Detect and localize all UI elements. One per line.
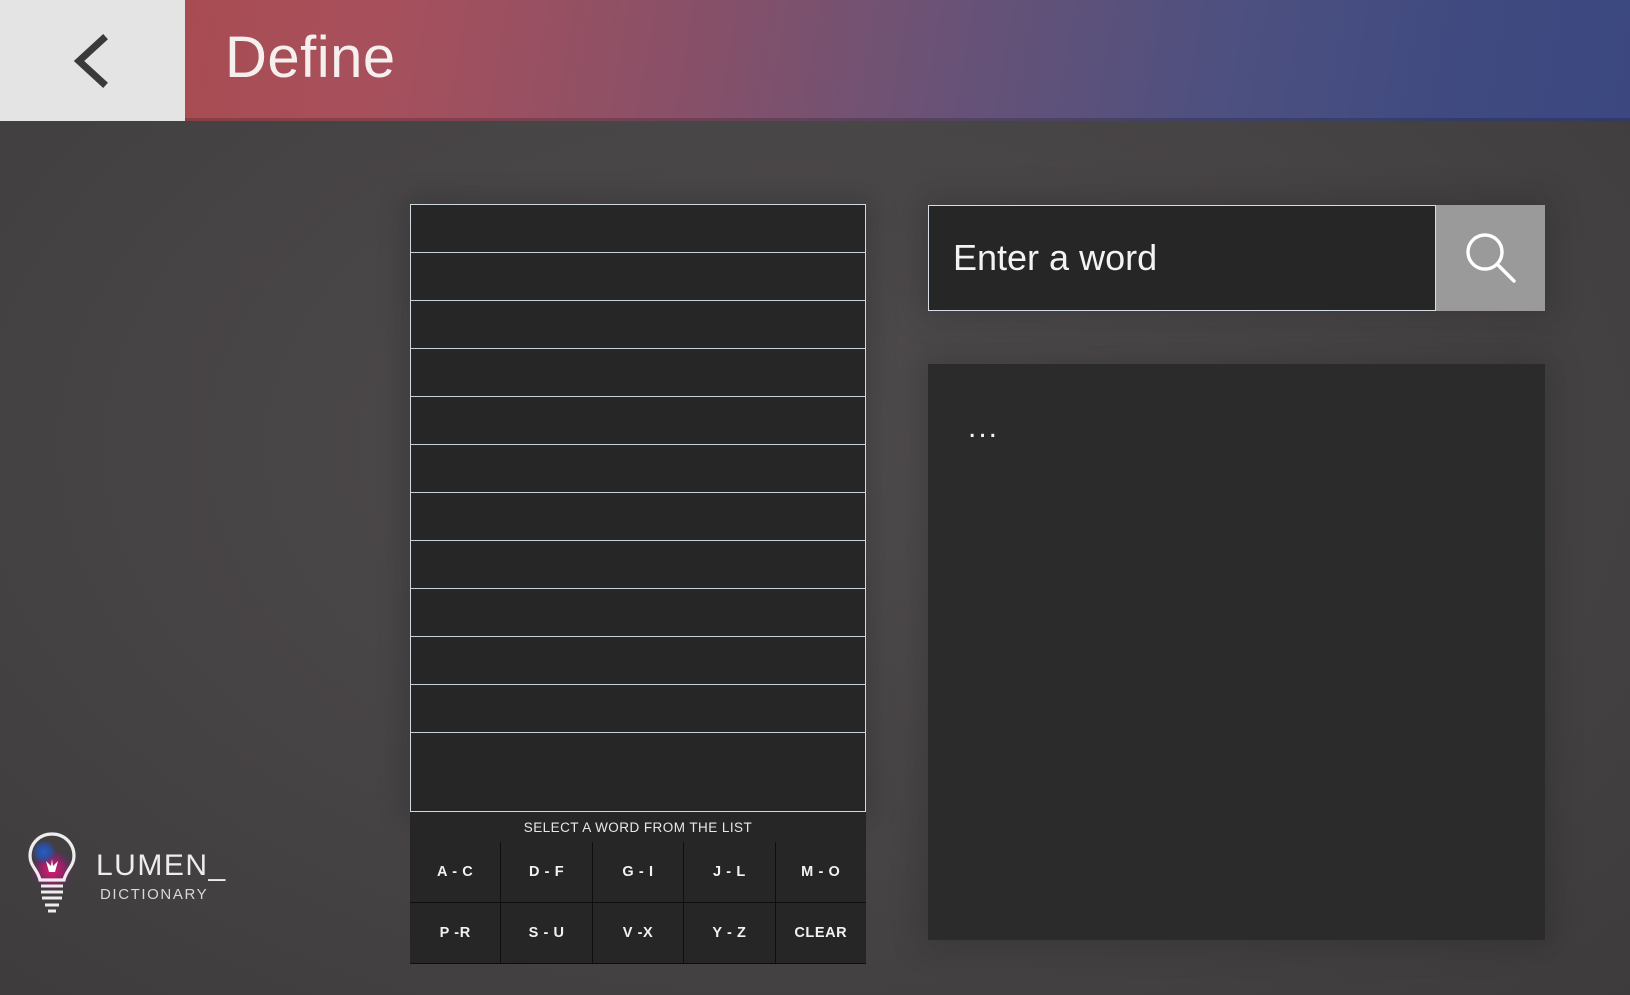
chevron-left-icon [73, 33, 108, 88]
definition-text: ... [968, 411, 1000, 444]
word-list-row[interactable] [411, 637, 865, 685]
key-a-c[interactable]: A - C [410, 842, 501, 902]
key-g-i[interactable]: G - I [592, 842, 684, 902]
word-list-row[interactable] [411, 493, 865, 541]
key-y-z[interactable]: Y - Z [684, 903, 775, 963]
page-title: Define [225, 24, 396, 90]
word-list-row[interactable] [411, 253, 865, 301]
word-list[interactable] [410, 204, 866, 812]
key-label: D - F [528, 864, 565, 880]
key-label: S - U [528, 925, 565, 941]
search-input-container[interactable] [928, 205, 1437, 311]
back-button[interactable] [0, 0, 185, 121]
key-label: Y - Z [712, 925, 747, 941]
word-list-row[interactable] [411, 397, 865, 445]
key-j-l[interactable]: J - L [684, 842, 775, 902]
key-label: P -R [439, 925, 471, 941]
word-list-row[interactable] [411, 589, 865, 637]
word-list-row[interactable] [411, 301, 865, 349]
define-screen: Define SELECT A WORD FROM THE LIST A - C… [0, 0, 1630, 995]
logo-text: LUMEN_ DICTIONARY [96, 848, 227, 903]
word-list-row[interactable] [411, 733, 865, 781]
word-list-row[interactable] [411, 205, 865, 253]
search-bar [928, 205, 1545, 311]
app-header: Define [0, 0, 1630, 121]
logo-subtitle: DICTIONARY [100, 885, 209, 903]
key-label: M - O [801, 864, 841, 880]
key-label: J - L [712, 864, 746, 880]
word-list-hint: SELECT A WORD FROM THE LIST [410, 812, 866, 842]
search-icon [1466, 233, 1516, 283]
word-list-row[interactable] [411, 541, 865, 589]
key-label: CLEAR [794, 925, 848, 941]
alphabet-keypad: A - C D - F G - I J - L M - O P -R S - U… [410, 842, 866, 964]
key-label: G - I [622, 864, 654, 880]
word-list-row[interactable] [411, 685, 865, 733]
key-d-f[interactable]: D - F [501, 842, 592, 902]
lightbulb-icon [28, 832, 76, 913]
word-list-hint-label: SELECT A WORD FROM THE LIST [523, 819, 753, 835]
key-p-r[interactable]: P -R [410, 903, 501, 963]
key-label: V -X [622, 925, 654, 941]
key-s-u[interactable]: S - U [501, 903, 592, 963]
key-v-x[interactable]: V -X [592, 903, 684, 963]
key-clear[interactable]: CLEAR [775, 903, 866, 963]
app-logo: LUMEN_ DICTIONARY [22, 826, 272, 926]
search-button[interactable] [1436, 205, 1545, 311]
key-m-o[interactable]: M - O [775, 842, 866, 902]
logo-name: LUMEN_ [96, 848, 227, 882]
definition-panel: ... [928, 364, 1545, 940]
word-list-row[interactable] [411, 349, 865, 397]
search-input[interactable] [929, 237, 1436, 279]
title-bar: Define [185, 0, 1630, 121]
key-label: A - C [437, 864, 474, 880]
word-list-row[interactable] [411, 445, 865, 493]
